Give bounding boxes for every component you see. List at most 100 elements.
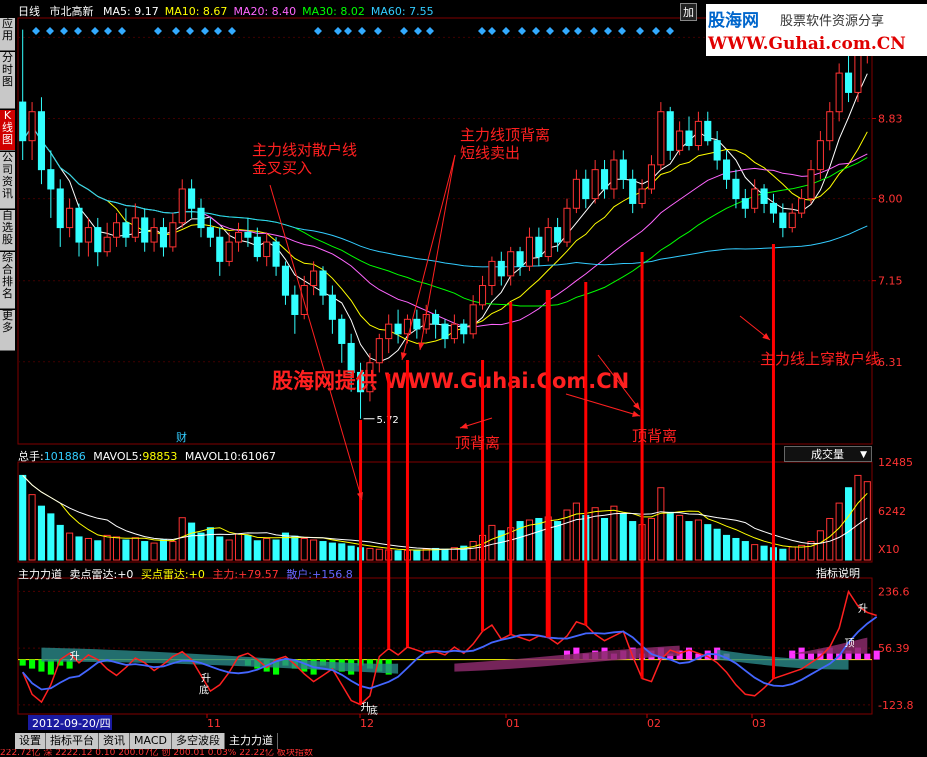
bottom-tab[interactable]: 设置 [15, 733, 46, 749]
arrow-head [460, 422, 468, 429]
volume-bar [394, 550, 402, 561]
arrow-head [418, 342, 425, 350]
bottom-tab[interactable]: 多空波段 [171, 733, 225, 749]
volume-bar [629, 521, 637, 561]
volume-bar [75, 536, 83, 561]
volume-bar [647, 517, 656, 561]
candle-body [450, 323, 458, 340]
rise-marker: 升 [201, 672, 211, 684]
candle-body [328, 294, 336, 320]
candle-body [854, 53, 862, 93]
histogram-bar [864, 653, 871, 660]
price-tick-label: 8.00 [878, 193, 903, 206]
add-button[interactable]: 加 [680, 3, 697, 21]
candle-body [197, 207, 205, 229]
volume-bar [600, 517, 609, 561]
volume-bar [441, 548, 449, 561]
signal-diamond [104, 27, 112, 35]
left-tab-kline[interactable]: K线图 [0, 110, 15, 151]
candle-body [469, 304, 477, 335]
mavol5-value: 98853 [142, 450, 178, 463]
signal-diamond [636, 27, 644, 35]
volume-bar [328, 542, 336, 561]
volume-bar [807, 541, 815, 561]
candle-body [779, 212, 787, 229]
top-marker: 顶 [845, 637, 855, 649]
left-tab-info[interactable]: 公司资讯 [0, 152, 15, 209]
signal-diamond [201, 27, 209, 35]
signal-diamond [60, 27, 68, 35]
volume-bar [835, 502, 843, 561]
volume-bar [169, 541, 177, 561]
volume-bar [112, 536, 121, 561]
left-tab-watch[interactable]: 自选股 [0, 210, 15, 251]
arrow-head [400, 352, 407, 360]
mavol5-label: MAVOL5: [93, 450, 143, 463]
volume-bar [47, 513, 55, 561]
left-tab-timeshare[interactable]: 分时图 [0, 52, 15, 109]
indicator-dropdown[interactable]: 成交量 ▼ [784, 446, 872, 462]
candle-body [432, 313, 440, 325]
bottom-tab[interactable]: MACD [130, 733, 172, 749]
sell-radar-value: +0 [117, 568, 134, 581]
indicator-explain-button[interactable]: 指标说明 [816, 565, 860, 581]
candle-body [47, 169, 55, 190]
logo: 股海网 股票软件资源分享 WWW.Guhai.com.CN [706, 4, 927, 56]
bottom-tab[interactable]: 指标平台 [46, 733, 99, 749]
candle-body [375, 338, 383, 364]
volume-bar [122, 539, 130, 561]
left-tab-rank[interactable]: 综合排名 [0, 252, 15, 309]
volume-bar [751, 544, 759, 561]
signal-diamond [314, 27, 322, 35]
volume-bar [319, 541, 327, 561]
volume-bar [535, 517, 543, 561]
ma10-line [22, 125, 868, 344]
volume-bar [28, 494, 36, 561]
candle-body [760, 188, 768, 204]
volume-bar [300, 537, 308, 561]
candle-body [788, 212, 796, 229]
volume-bar [338, 543, 346, 561]
candle-body [150, 227, 158, 243]
candle-body [694, 120, 702, 147]
finance-marker: 财 [176, 430, 187, 444]
candle-body [460, 323, 468, 335]
volume-axis-label: 6242 [878, 505, 906, 518]
left-tab-more[interactable]: 更多 [0, 310, 15, 351]
candle-body [826, 111, 834, 142]
bottom-tab[interactable]: 主力力道 [224, 733, 278, 749]
candle-body [19, 101, 27, 142]
annotation-arrow [565, 393, 641, 417]
candle-body [319, 270, 327, 296]
price-tick-label: 7.15 [878, 275, 903, 288]
ma-legend-item: MA20: 8.40 [233, 5, 297, 18]
date-tick-label: 11 [207, 717, 221, 730]
candle-body [572, 178, 580, 209]
candle-body [291, 294, 299, 315]
signal-diamond [172, 27, 180, 35]
logo-main: 股海网 [708, 11, 759, 31]
volume-bar [234, 533, 243, 561]
candle-body [657, 111, 665, 166]
signal-diamond [228, 27, 236, 35]
signal-diamond [46, 27, 54, 35]
bottom-tab[interactable]: 资讯 [99, 733, 130, 749]
ma-legend-item: MA30: 8.02 [302, 5, 365, 18]
left-tab-app[interactable]: 应用 [0, 18, 15, 51]
volume-bar [666, 511, 674, 561]
candle-body [122, 222, 130, 238]
volume-bar [141, 541, 149, 561]
candle-body [338, 318, 346, 344]
volume-bar [676, 514, 684, 561]
candle-body [310, 270, 318, 287]
period-label[interactable]: 日线 [18, 5, 40, 18]
date-tick-label: 03 [752, 717, 766, 730]
candle-body [244, 231, 252, 238]
signal-diamond [334, 27, 342, 35]
volume-bar [197, 532, 205, 561]
candle-body [103, 236, 111, 253]
signal-diamond [91, 27, 99, 35]
volume-bar [760, 545, 768, 561]
price-tick-label: 8.83 [878, 112, 903, 125]
volume-bar [347, 545, 355, 561]
